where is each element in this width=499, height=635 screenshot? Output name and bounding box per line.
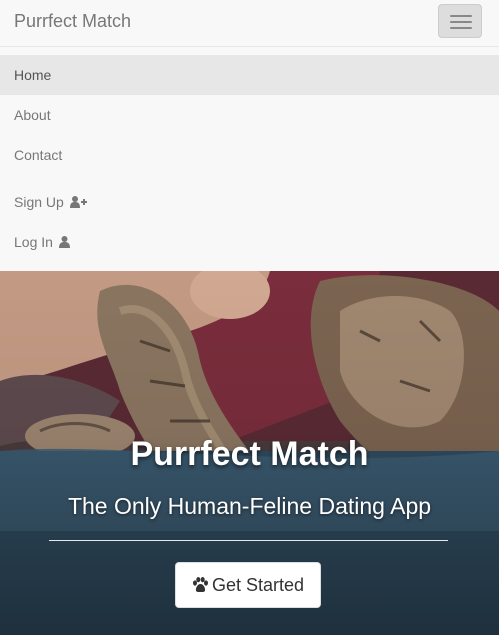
nav-item-label: About — [14, 107, 51, 123]
navbar: Purrfect Match — [0, 0, 499, 47]
nav-item-about[interactable]: About — [0, 95, 499, 135]
nav-item-home[interactable]: Home — [0, 55, 499, 95]
get-started-label: Get Started — [211, 575, 305, 595]
paw-icon — [192, 565, 209, 609]
nav-item-label: Log In — [14, 234, 53, 250]
nav-item-contact[interactable]: Contact — [0, 135, 499, 175]
collapsed-nav-menu: Home About Contact Sign Up Log In — [0, 47, 499, 271]
hero-subtitle: The Only Human-Feline Dating App — [67, 493, 432, 519]
nav-item-label: Home — [14, 67, 52, 83]
nav-item-label: Sign Up — [14, 194, 64, 210]
hero-section: Purrfect Match The Only Human-Feline Dat… — [0, 271, 499, 635]
nav-item-log-in[interactable]: Log In — [0, 222, 499, 262]
navbar-brand[interactable]: Purrfect Match — [14, 11, 131, 32]
nav-item-sign-up[interactable]: Sign Up — [0, 182, 499, 222]
nav-item-label: Contact — [14, 147, 63, 163]
get-started-button[interactable]: Get Started — [175, 562, 321, 608]
hero-divider — [49, 540, 448, 541]
hero-title: Purrfect Match — [130, 435, 369, 473]
navbar-toggle-button[interactable] — [438, 4, 482, 38]
user-icon — [58, 223, 70, 263]
user-plus-icon — [69, 183, 87, 223]
